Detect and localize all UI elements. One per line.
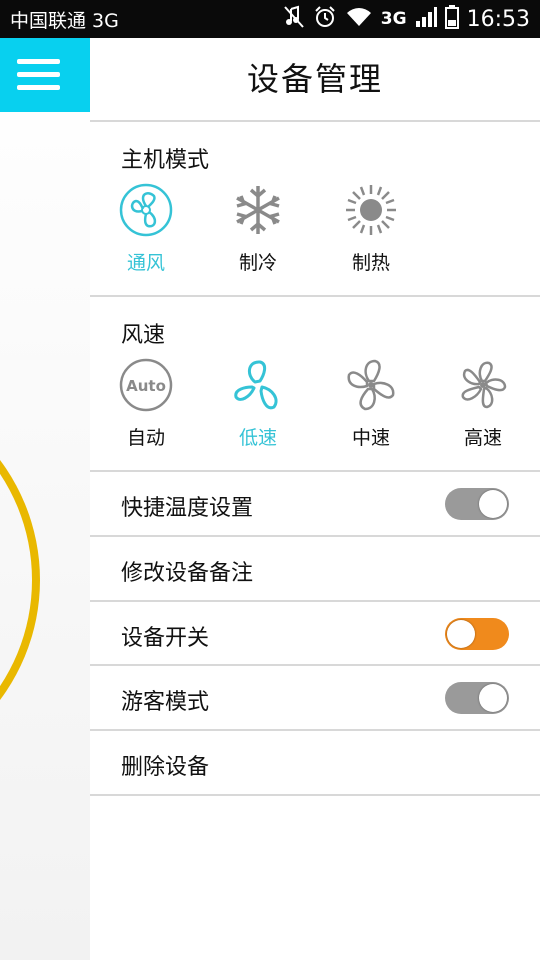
background-panel: [0, 38, 90, 960]
guest-mode-row[interactable]: 游客模式: [90, 666, 540, 729]
mode-heating[interactable]: 制热: [326, 182, 416, 275]
signal-icon: [415, 6, 437, 32]
fan-low-icon: [213, 357, 303, 413]
delete-device-row[interactable]: 删除设备: [90, 731, 540, 794]
temperature-ring: [0, 380, 40, 780]
clock: 16:53: [466, 6, 530, 32]
auto-icon-text: Auto: [126, 377, 166, 395]
menu-button[interactable]: [0, 38, 90, 112]
row-label: 游客模式: [121, 690, 210, 715]
alarm-icon: [313, 5, 337, 33]
mode-label: 通风: [126, 252, 165, 274]
row-label: 删除设备: [121, 755, 210, 780]
auto-icon: Auto: [101, 357, 191, 413]
mode-ventilation[interactable]: 通风: [101, 182, 191, 275]
device-management-panel: 设备管理 主机模式 通风 制冷 制热 风速 Auto 自动 低速 中速 高速 快…: [90, 38, 540, 960]
network-type: 3G: [380, 9, 407, 29]
guest-mode-toggle[interactable]: [445, 682, 509, 714]
row-label: 设备开关: [121, 626, 210, 651]
wifi-icon: [345, 6, 373, 32]
snowflake-icon: [213, 182, 303, 238]
divider: [90, 295, 540, 297]
status-bar: 中国联通 3G 3G 16:53: [0, 0, 540, 38]
fan-speed-title: 风速: [121, 323, 166, 348]
speed-low[interactable]: 低速: [213, 357, 303, 450]
speed-high[interactable]: 高速: [438, 357, 528, 450]
mode-cooling[interactable]: 制冷: [213, 182, 303, 275]
fan-circle-icon: [101, 182, 191, 238]
speed-label: 中速: [351, 427, 390, 449]
speed-label: 低速: [238, 427, 277, 449]
mute-icon: [283, 5, 305, 33]
quick-temp-setting-row[interactable]: 快捷温度设置: [90, 472, 540, 535]
sun-icon: [326, 182, 416, 238]
mode-label: 制冷: [238, 252, 277, 274]
row-label: 快捷温度设置: [121, 496, 254, 521]
fan-medium-icon: [326, 357, 416, 413]
quick-temp-toggle[interactable]: [445, 488, 509, 520]
speed-medium[interactable]: 中速: [326, 357, 416, 450]
device-power-toggle[interactable]: [445, 618, 509, 650]
speed-label: 自动: [126, 427, 165, 449]
status-icons: 3G 16:53: [283, 4, 530, 34]
speed-auto[interactable]: Auto 自动: [101, 357, 191, 450]
row-label: 修改设备备注: [121, 561, 254, 586]
mode-label: 制热: [351, 252, 390, 274]
device-power-row[interactable]: 设备开关: [90, 602, 540, 665]
edit-device-note-row[interactable]: 修改设备备注: [90, 537, 540, 600]
page-title: 设备管理: [90, 38, 540, 122]
speed-label: 高速: [463, 427, 502, 449]
battery-icon: [444, 5, 459, 33]
carrier-label: 中国联通 3G: [10, 10, 119, 32]
host-mode-title: 主机模式: [121, 148, 210, 173]
divider: [90, 794, 540, 796]
fan-high-icon: [438, 357, 528, 413]
